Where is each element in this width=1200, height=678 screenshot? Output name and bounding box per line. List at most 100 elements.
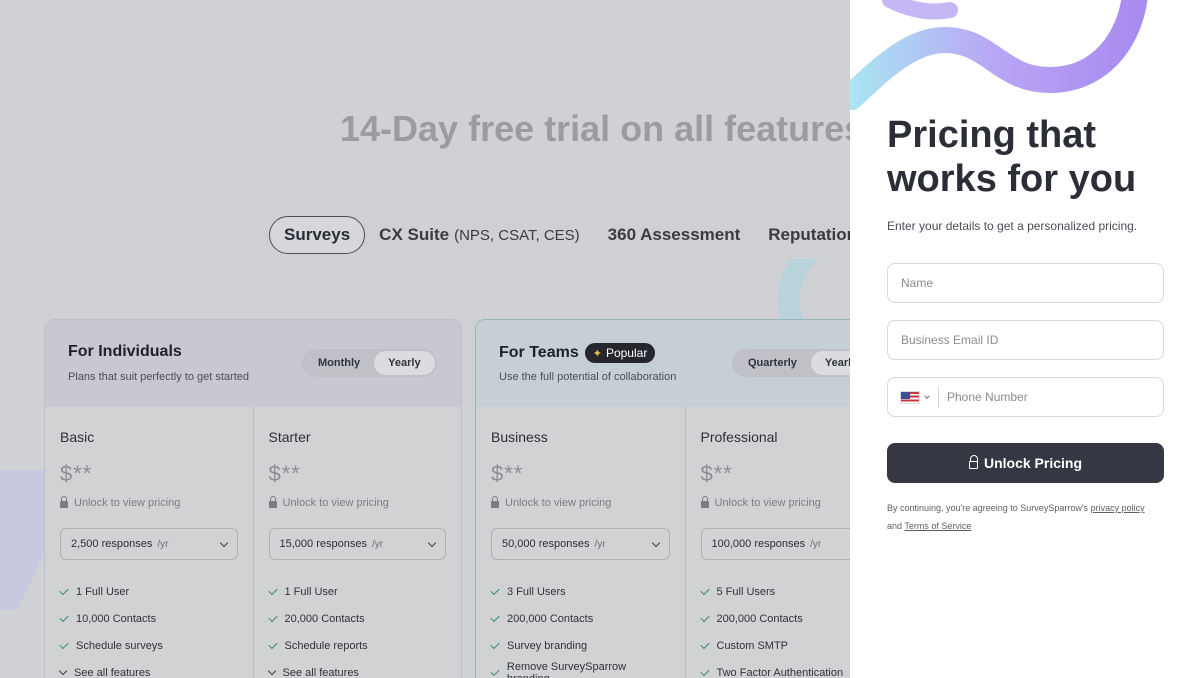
unlock-note-text: Unlock to view pricing	[282, 497, 389, 509]
feature-item: 1 Full User	[267, 578, 447, 605]
divider	[938, 386, 939, 408]
plan-name: Basic	[60, 429, 95, 445]
plan-name: Starter	[268, 429, 311, 445]
lock-icon	[268, 496, 277, 508]
feature-text: 5 Full Users	[716, 585, 776, 598]
responses-period: /yr	[372, 539, 384, 550]
toggle-yearly[interactable]: Yearly	[374, 351, 435, 375]
toggle-quarterly[interactable]: Quarterly	[734, 351, 811, 375]
billing-toggle: Monthly Yearly	[302, 349, 437, 377]
unlock-pricing-button[interactable]: Unlock Pricing	[887, 443, 1164, 483]
responses-period: /yr	[157, 539, 169, 550]
unlock-note: Unlock to view pricing	[268, 496, 447, 509]
us-flag-icon[interactable]	[900, 390, 920, 404]
decorative-wave	[850, 0, 1148, 110]
feature-list: 1 Full User 10,000 Contacts Schedule sur…	[58, 578, 238, 678]
feature-item: 3 Full Users	[490, 578, 670, 605]
name-field[interactable]: Name	[887, 263, 1164, 303]
chevron-down-icon	[651, 538, 660, 547]
plan-column-business: Business $** Unlock to view pricing 50,0…	[476, 407, 685, 678]
panel-title-line: works for you	[887, 158, 1137, 200]
terms-of-service-link[interactable]: Terms of Service	[904, 521, 971, 531]
feature-text: 200,000 Contacts	[716, 612, 803, 625]
feature-text: Survey branding	[507, 639, 588, 652]
feature-item: Schedule surveys	[59, 632, 238, 659]
unlock-note-text: Unlock to view pricing	[714, 497, 821, 509]
panel-title-line: Pricing that	[887, 114, 1097, 156]
unlock-note-text: Unlock to view pricing	[74, 497, 181, 509]
tab-label: CX Suite	[379, 225, 450, 244]
name-placeholder: Name	[901, 276, 934, 290]
feature-item: Survey branding	[490, 632, 670, 659]
feature-item: 20,000 Contacts	[267, 605, 447, 632]
check-icon	[267, 639, 278, 649]
feature-item: 1 Full User	[59, 578, 238, 605]
chevron-down-icon	[267, 666, 276, 676]
card-header: For Teams ✦ Popular Use the full potential…	[476, 320, 894, 407]
email-placeholder: Business Email ID	[901, 333, 999, 347]
unlock-note: Unlock to view pricing	[60, 496, 238, 509]
feature-list: 1 Full User 20,000 Contacts Schedule rep…	[267, 578, 447, 678]
feature-text: Two Factor Authentication	[716, 666, 844, 678]
pricing-form-panel: Pricing that works for you Enter your de…	[850, 0, 1200, 678]
responses-select[interactable]: 2,500 responses /yr	[60, 528, 238, 560]
check-icon	[490, 585, 500, 595]
panel-description: Enter your details to get a personalized…	[887, 219, 1138, 233]
feature-text: Remove SurveySparrow branding	[506, 660, 627, 678]
unlock-note: Unlock to view pricing	[491, 496, 670, 509]
feature-list: 3 Full Users 200,000 Contacts Survey bra…	[490, 578, 670, 678]
feature-item: Remove SurveySparrow branding	[490, 659, 670, 678]
chevron-down-icon	[427, 538, 437, 547]
check-icon	[490, 639, 500, 649]
feature-item: 200,000 Contacts	[490, 605, 670, 632]
sparkle-icon: ✦	[592, 347, 602, 360]
feature-text: Schedule reports	[284, 639, 368, 652]
feature-text: 1 Full User	[284, 585, 338, 598]
legal-text: By continuing, you're agreeing to Survey…	[887, 499, 1177, 535]
tab-cx-suite[interactable]: CX Suite (NPS, CSAT, CES)	[365, 216, 593, 254]
responses-period: /yr	[810, 539, 822, 550]
lock-icon	[491, 496, 499, 508]
responses-select[interactable]: 15,000 responses /yr	[268, 528, 446, 560]
toggle-monthly[interactable]: Monthly	[304, 351, 374, 375]
tab-surveys[interactable]: Surveys	[269, 216, 366, 254]
email-field[interactable]: Business Email ID	[887, 320, 1164, 360]
chevron-down-icon[interactable]	[924, 392, 930, 399]
see-all-features-link[interactable]: See all features	[58, 659, 238, 678]
card-title: For Individuals	[68, 343, 182, 360]
responses-value: 50,000 responses	[502, 538, 590, 550]
feature-text: 10,000 Contacts	[76, 612, 157, 625]
popular-badge: ✦ Popular	[584, 343, 656, 363]
feature-text: 1 Full User	[76, 585, 130, 598]
feature-text: Custom SMTP	[716, 639, 789, 652]
panel-title: Pricing that works for you	[887, 113, 1136, 201]
plan-price: $**	[491, 461, 524, 486]
unlock-note-text: Unlock to view pricing	[505, 497, 612, 509]
check-icon	[490, 612, 500, 622]
hero-title: 14-Day free trial on all features	[340, 108, 865, 149]
lock-icon	[700, 496, 709, 508]
privacy-policy-link[interactable]: privacy policy	[1091, 503, 1145, 513]
plan-price: $**	[268, 461, 301, 486]
feature-item: Schedule reports	[267, 632, 447, 659]
check-icon	[699, 666, 710, 676]
plan-column-basic: Basic $** Unlock to view pricing 2,500 r…	[45, 407, 253, 678]
check-icon	[699, 639, 710, 649]
badge-label: Popular	[605, 346, 648, 360]
card-title: For Teams ✦ Popular	[499, 343, 656, 363]
phone-field: Phone Number	[887, 377, 1164, 417]
card-subtitle: Use the full potential of collaboration	[499, 371, 677, 383]
responses-select[interactable]: 50,000 responses /yr	[491, 528, 670, 560]
check-icon	[267, 612, 278, 622]
tab-label: Reputation	[768, 225, 858, 244]
product-tabs: Surveys CX Suite (NPS, CSAT, CES) 360 Ass…	[264, 211, 904, 259]
see-all-features-link[interactable]: See all features	[267, 659, 447, 678]
feature-text: See all features	[282, 666, 359, 678]
tab-360-assessment[interactable]: 360 Assessment	[594, 216, 755, 254]
tab-label: 360 Assessment	[607, 225, 741, 244]
phone-input[interactable]: Phone Number	[947, 390, 1028, 404]
check-icon	[699, 612, 710, 622]
feature-text: See all features	[74, 666, 151, 678]
legal-prefix: By continuing, you're agreeing to Survey…	[887, 503, 1089, 513]
responses-value: 15,000 responses	[279, 538, 367, 550]
